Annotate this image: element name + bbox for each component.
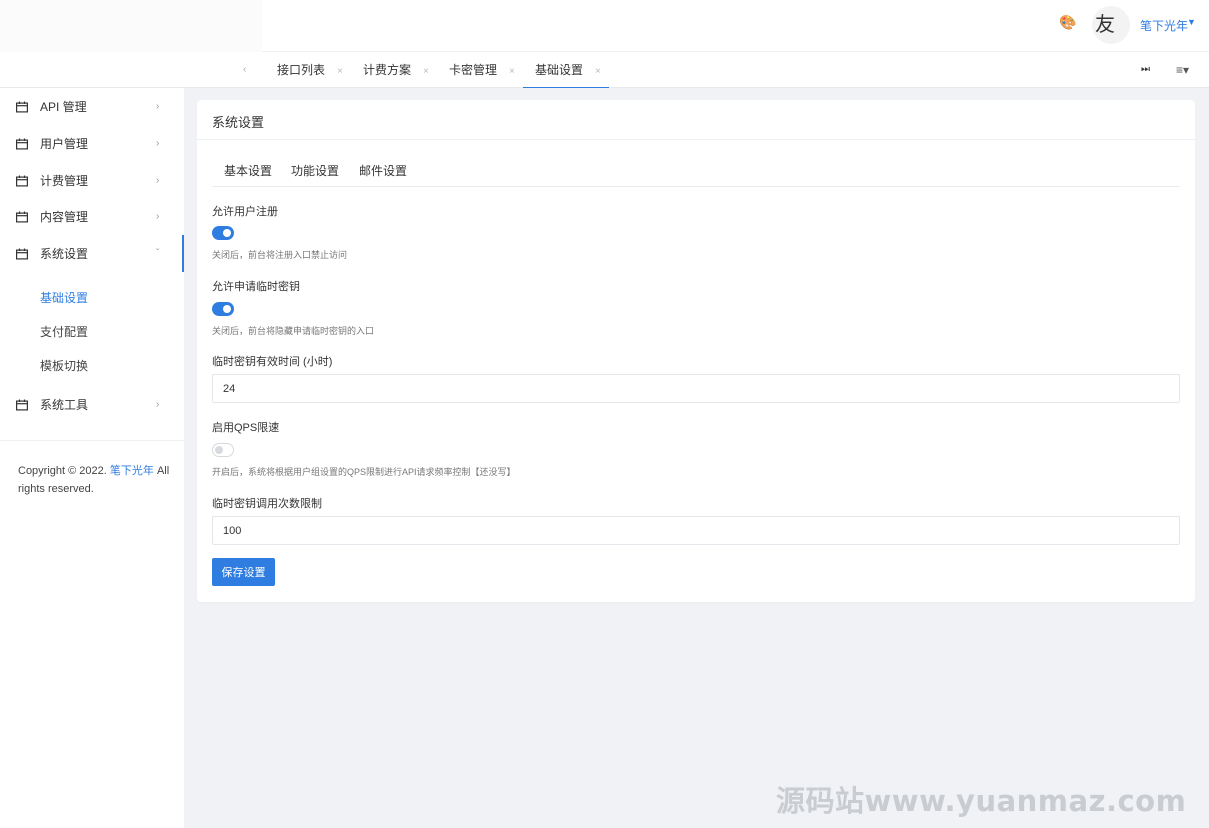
sidebar-item-system-settings[interactable]: 系统设置 ˇ xyxy=(0,235,184,272)
top-header: 🎨 友年 笔下光年 ▼ xyxy=(0,0,1209,52)
calendar-icon xyxy=(16,211,28,222)
tab-features[interactable]: 功能设置 xyxy=(279,162,352,187)
copyright: Copyright © 2022. 笔下光年 All rights reserv… xyxy=(18,462,170,498)
sidebar-item-users[interactable]: 用户管理 › xyxy=(0,125,184,162)
chevron-right-icon: › xyxy=(156,101,160,112)
close-icon[interactable]: × xyxy=(423,66,429,77)
tabs-next-icon[interactable]: ⏭ xyxy=(1141,64,1150,75)
chevron-right-icon: › xyxy=(156,399,160,410)
tab-basic[interactable]: 基本设置 xyxy=(212,162,284,187)
sidebar-divider xyxy=(0,440,184,441)
tab-billing-plans[interactable]: 计费方案 × xyxy=(363,52,429,88)
chevron-right-icon: › xyxy=(156,175,160,186)
qps-limit-label: 启用QPS限速 xyxy=(212,422,280,434)
tab-api-list[interactable]: 接口列表 × xyxy=(277,52,343,88)
calendar-icon xyxy=(16,175,28,186)
tab-label: 计费方案 xyxy=(363,63,412,77)
sidebar-item-label: 系统设置 xyxy=(40,247,89,261)
sidebar-item-label: 系统工具 xyxy=(40,398,89,412)
sidebar-subitem-template-switch[interactable]: 模板切换 xyxy=(40,357,88,374)
caret-down-icon[interactable]: ▼ xyxy=(1187,17,1196,27)
watermark: 源码站www.yuanmaz.com xyxy=(776,784,1187,818)
sidebar-subitem-basic-settings[interactable]: 基础设置 xyxy=(40,289,88,306)
temp-key-call-limit-label: 临时密钥调用次数限制 xyxy=(212,498,322,510)
calendar-icon xyxy=(16,399,28,410)
sidebar-item-label: 用户管理 xyxy=(40,137,89,151)
tab-mail[interactable]: 邮件设置 xyxy=(347,162,419,187)
allow-register-label: 允许用户注册 xyxy=(212,206,278,218)
chevron-right-icon: › xyxy=(156,211,160,222)
sidebar-subitem-payment-config[interactable]: 支付配置 xyxy=(40,323,88,340)
page-title: 系统设置 xyxy=(212,115,265,130)
temp-key-call-limit-input[interactable] xyxy=(212,516,1180,545)
tabs-prev-icon[interactable]: ‹ xyxy=(243,64,246,75)
copyright-brand-link[interactable]: 笔下光年 xyxy=(110,465,154,477)
allow-register-toggle[interactable] xyxy=(212,226,234,240)
sidebar-item-label: 计费管理 xyxy=(40,174,89,188)
sidebar-item-label: 内容管理 xyxy=(40,210,89,224)
sidebar-item-content[interactable]: 内容管理 › xyxy=(0,198,184,235)
settings-card: 系统设置 基本设置 功能设置 邮件设置 允许用户注册 关闭后，前台将注册入口禁止… xyxy=(197,100,1195,602)
avatar[interactable]: 友年 xyxy=(1092,6,1130,44)
sidebar-item-api[interactable]: API 管理 › xyxy=(0,88,184,125)
tab-basic-settings[interactable]: 基础设置 × xyxy=(523,52,609,88)
tabs-menu-icon[interactable]: ≡▾ xyxy=(1176,63,1189,77)
chevron-right-icon: › xyxy=(156,138,160,149)
qps-limit-hint: 开启后，系统将根据用户组设置的QPS限制进行API请求频率控制【还没写】 xyxy=(212,467,516,477)
sidebar-item-system-tools[interactable]: 系统工具 › xyxy=(0,386,184,423)
logo-area xyxy=(0,0,262,52)
subtabs-divider xyxy=(212,186,1180,187)
calendar-icon xyxy=(16,138,28,149)
calendar-icon xyxy=(16,101,28,112)
close-icon[interactable]: × xyxy=(595,66,601,77)
tab-card-keys[interactable]: 卡密管理 × xyxy=(449,52,515,88)
avatar-glyph: 友年 xyxy=(1095,12,1115,36)
allow-register-hint: 关闭后，前台将注册入口禁止访问 xyxy=(212,250,348,260)
tab-label: 基础设置 xyxy=(535,63,584,77)
save-settings-button[interactable]: 保存设置 xyxy=(212,558,275,586)
sidebar: API 管理 › 用户管理 › 计费管理 › 内容管理 › 系统设置 ˇ 基础设… xyxy=(0,88,184,828)
tab-label: 卡密管理 xyxy=(449,63,498,77)
tab-label: 接口列表 xyxy=(277,63,326,77)
temp-key-ttl-input[interactable] xyxy=(212,374,1180,403)
allow-temp-key-toggle[interactable] xyxy=(212,302,234,316)
qps-limit-toggle[interactable] xyxy=(212,443,234,457)
close-icon[interactable]: × xyxy=(337,66,343,77)
chevron-down-icon: ˇ xyxy=(156,248,160,259)
sidebar-item-label: API 管理 xyxy=(40,100,87,114)
calendar-icon xyxy=(16,248,28,259)
card-divider xyxy=(197,139,1195,140)
palette-icon[interactable]: 🎨 xyxy=(1059,15,1076,29)
close-icon[interactable]: × xyxy=(509,66,515,77)
allow-temp-key-hint: 关闭后，前台将隐藏申请临时密钥的入口 xyxy=(212,326,375,336)
allow-temp-key-label: 允许申请临时密钥 xyxy=(212,281,300,293)
copyright-prefix: Copyright © 2022. xyxy=(18,465,107,477)
page-tabs-bar: ‹ 接口列表 × 计费方案 × 卡密管理 × 基础设置 × ⏭ ≡▾ xyxy=(0,52,1209,88)
user-name-dropdown[interactable]: 笔下光年 xyxy=(1140,17,1188,34)
temp-key-ttl-label: 临时密钥有效时间 (小时) xyxy=(212,356,333,368)
sidebar-item-billing[interactable]: 计费管理 › xyxy=(0,162,184,199)
